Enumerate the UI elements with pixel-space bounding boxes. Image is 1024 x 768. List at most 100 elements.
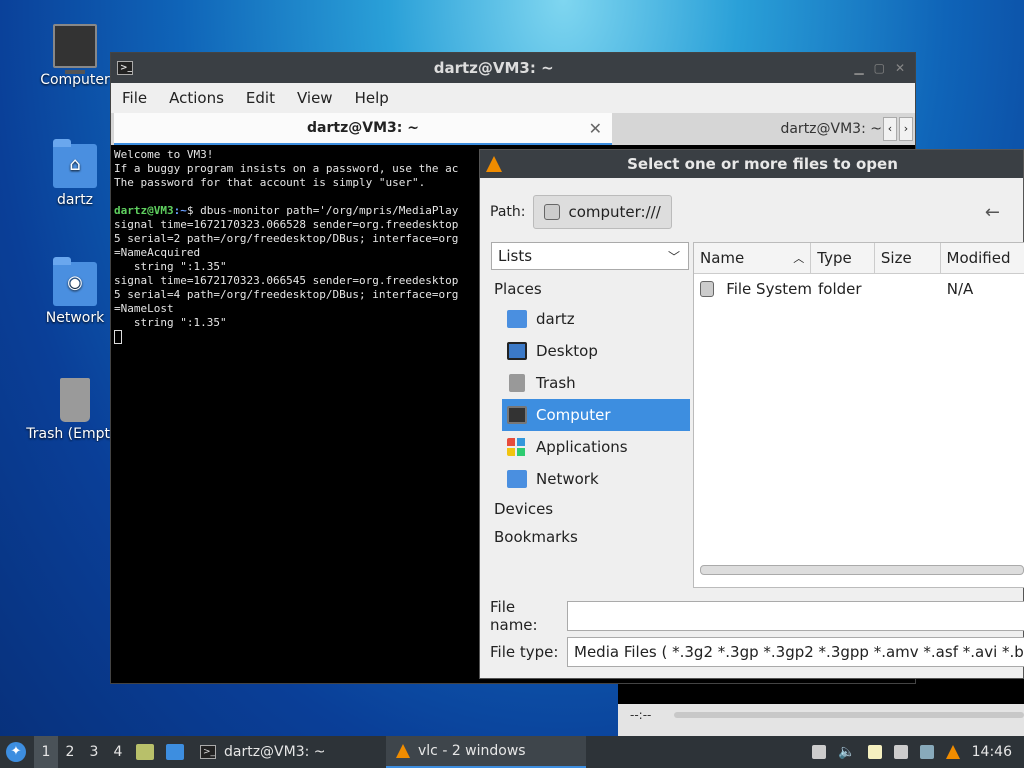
place-item-network[interactable]: Network [502, 463, 690, 495]
notification-icon[interactable] [919, 745, 934, 759]
path-button[interactable]: computer:/// [533, 195, 672, 229]
drive-icon [544, 204, 561, 220]
place-item-desktop[interactable]: Desktop [502, 335, 690, 367]
place-label: dartz [536, 310, 575, 328]
drive-icon [700, 281, 715, 297]
lists-combobox[interactable]: Lists ﹀ [491, 242, 689, 270]
clipboard-icon[interactable] [867, 745, 882, 759]
column-label: Modified [946, 249, 1011, 267]
task-vlc[interactable]: vlc - 2 windows [386, 736, 586, 768]
place-label: Applications [536, 438, 628, 456]
minimize-icon[interactable]: ▁ [854, 61, 863, 75]
column-header-size[interactable]: Size [875, 243, 941, 273]
filename-input[interactable] [567, 601, 1024, 631]
network-folder-icon: ◉ [53, 257, 97, 306]
horizontal-scrollbar[interactable] [700, 565, 1024, 575]
menu-actions[interactable]: Actions [158, 89, 235, 107]
workspace-4[interactable]: 4 [106, 744, 130, 760]
desktop-icon-network[interactable]: ◉ Network [27, 257, 123, 326]
vlc-main-window[interactable]: --:-- [618, 678, 1024, 738]
menu-file[interactable]: File [111, 89, 158, 107]
trash-icon [509, 374, 525, 392]
path-label: Path: [490, 204, 526, 220]
file-row[interactable]: File System folder N/A [694, 274, 1024, 304]
home-folder-icon [507, 310, 527, 328]
column-header-type[interactable]: Type [811, 243, 875, 273]
vlc-time-label: --:-- [630, 708, 652, 722]
desktop-icon [507, 342, 527, 360]
workspace-1[interactable]: 1 [34, 736, 58, 768]
places-header: Places [494, 280, 542, 298]
sort-ascending-icon: ︿ [793, 252, 805, 265]
taskbar: ✦ 1 2 3 4 >_ dartz@VM3: ~ vlc - 2 window… [0, 736, 1024, 768]
task-label: dartz@VM3: ~ [224, 744, 326, 760]
file-name: File System [726, 280, 812, 298]
bookmarks-header[interactable]: Bookmarks [490, 523, 690, 551]
back-arrow-icon[interactable]: ← [985, 202, 1000, 223]
clock[interactable]: 14:46 [972, 744, 1012, 760]
file-name-cell: File System [694, 280, 812, 298]
menu-view[interactable]: View [286, 89, 344, 107]
place-label: Network [536, 470, 599, 488]
column-label: Size [880, 249, 912, 267]
place-label: Desktop [536, 342, 598, 360]
app-menu-icon[interactable]: ✦ [6, 742, 26, 762]
text-cursor [114, 330, 122, 344]
vlc-icon [486, 156, 502, 172]
trash-icon [60, 378, 90, 422]
vlc-tray-icon[interactable] [945, 745, 960, 759]
vlc-icon [396, 744, 410, 758]
place-item-trash[interactable]: Trash [502, 367, 690, 399]
tab-terminal-1[interactable]: dartz@VM3: ~ ✕ [114, 113, 612, 145]
column-header-modified[interactable]: Modified [941, 243, 1024, 273]
dialog-titlebar[interactable]: Select one or more files to open [480, 150, 1023, 178]
terminal-menubar: File Actions Edit View Help [111, 83, 915, 113]
column-header-name[interactable]: Name ︿ [694, 243, 812, 273]
menu-edit[interactable]: Edit [235, 89, 286, 107]
place-item-dartz[interactable]: dartz [502, 303, 690, 335]
dialog-title: Select one or more files to open [627, 155, 898, 173]
file-list[interactable]: Name ︿ Type Size Modified File System fo… [693, 242, 1024, 588]
desktop-icon-home[interactable]: ⌂ dartz [27, 139, 123, 208]
file-open-dialog[interactable]: Select one or more files to open Path: c… [479, 149, 1024, 679]
filetype-label: File type: [490, 643, 559, 661]
updates-icon[interactable] [812, 745, 827, 759]
desktop-icon-computer[interactable]: Computer [27, 24, 123, 88]
network-icon[interactable] [893, 745, 908, 759]
close-icon[interactable]: ✕ [895, 61, 905, 75]
computer-icon [53, 24, 97, 74]
menu-help[interactable]: Help [344, 89, 400, 107]
vlc-controls: --:-- [618, 704, 1024, 738]
place-item-applications[interactable]: Applications [502, 431, 690, 463]
workspace-3[interactable]: 3 [82, 744, 106, 760]
file-list-header: Name ︿ Type Size Modified [694, 243, 1024, 274]
file-modified: N/A [946, 280, 974, 298]
vlc-seek-bar[interactable] [674, 712, 1024, 718]
file-type: folder [818, 280, 862, 298]
show-desktop-icon[interactable] [166, 744, 184, 760]
column-label: Type [817, 249, 852, 267]
tab-terminal-2[interactable]: dartz@VM3: ~ [612, 113, 912, 145]
tab-close-icon[interactable]: ✕ [589, 119, 602, 138]
task-terminal[interactable]: >_ dartz@VM3: ~ [190, 736, 386, 768]
path-value: computer:/// [568, 203, 661, 221]
terminal-title: dartz@VM3: ~ [433, 59, 554, 77]
workspace-2[interactable]: 2 [58, 744, 82, 760]
file-manager-icon[interactable] [136, 744, 154, 760]
prompt-command: $ dbus-monitor path='/org/mpris/MediaPla… [186, 204, 459, 217]
system-tray: 🔈 14:46 [812, 744, 1012, 760]
tab-scroll-left-icon[interactable]: ‹ [883, 117, 897, 141]
places-sidebar: Places dartz Desktop Trash Computer Appl… [490, 275, 690, 551]
devices-header[interactable]: Devices [490, 495, 690, 523]
terminal-titlebar[interactable]: >_ dartz@VM3: ~ ▁ ▢ ✕ [111, 53, 915, 83]
filename-label: File name: [490, 598, 538, 634]
maximize-icon[interactable]: ▢ [874, 61, 885, 75]
place-item-computer[interactable]: Computer [502, 399, 690, 431]
filetype-row: File type: Media Files ( *.3g2 *.3gp *.3… [490, 637, 1024, 667]
tab-scroll-right-icon[interactable]: › [899, 117, 913, 141]
filetype-select[interactable]: Media Files ( *.3g2 *.3gp *.3gp2 *.3gpp … [567, 637, 1024, 667]
volume-icon[interactable]: 🔈 [838, 744, 855, 760]
terminal-icon: >_ [117, 61, 133, 75]
task-label: vlc - 2 windows [418, 743, 526, 759]
desktop-icon-label: Computer [40, 72, 110, 88]
